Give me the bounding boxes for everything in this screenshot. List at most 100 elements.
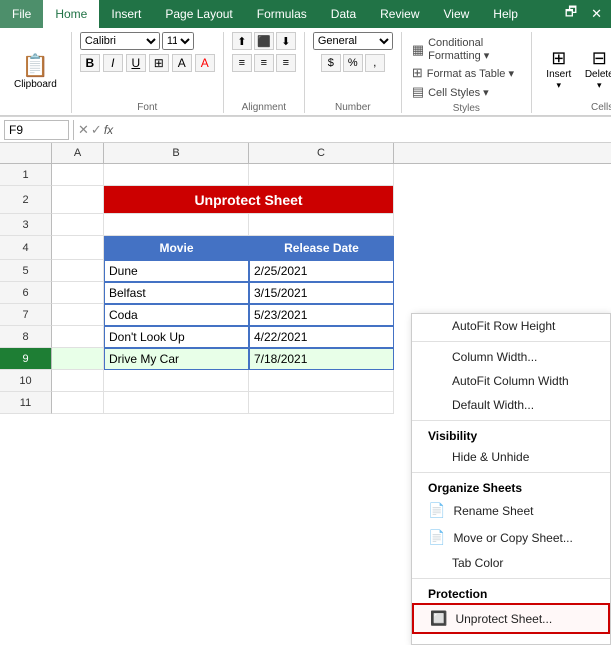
font-color-btn[interactable]: A <box>195 54 215 72</box>
cell-b7[interactable]: Coda <box>104 304 249 326</box>
table-row <box>52 214 394 236</box>
cell-reference-box[interactable]: F9 <box>4 120 69 140</box>
tab-color-item[interactable]: Tab Color <box>412 551 610 575</box>
italic-btn[interactable]: I <box>103 54 123 72</box>
align-bottom-btn[interactable]: ⬇ <box>276 32 296 50</box>
move-copy-sheet-item[interactable]: 📄 Move or Copy Sheet... <box>412 524 610 551</box>
tab-page-layout[interactable]: Page Layout <box>153 0 244 28</box>
cell-a11[interactable] <box>52 392 104 414</box>
ribbon-close-btn[interactable]: ✕ <box>586 4 607 24</box>
cell-b9[interactable]: Drive My Car <box>104 348 249 370</box>
col-header-c[interactable]: C <box>249 143 394 163</box>
cell-b2-unprotect[interactable]: Unprotect Sheet <box>104 186 394 214</box>
col-header-b[interactable]: B <box>104 143 249 163</box>
cell-c8[interactable]: 4/22/2021 <box>249 326 394 348</box>
row-num-11[interactable]: 11 <box>0 392 52 414</box>
clipboard-btn[interactable]: 📋 Clipboard <box>8 43 63 103</box>
row-num-9[interactable]: 9 <box>0 348 52 370</box>
cell-a7[interactable] <box>52 304 104 326</box>
underline-btn[interactable]: U <box>126 54 146 72</box>
cell-a3[interactable] <box>52 214 104 236</box>
cell-a5[interactable] <box>52 260 104 282</box>
cell-b3[interactable] <box>104 214 249 236</box>
cell-a4[interactable] <box>52 236 104 260</box>
cell-c3[interactable] <box>249 214 394 236</box>
cell-b11[interactable] <box>104 392 249 414</box>
autofit-row-height-item[interactable]: AutoFit Row Height <box>412 314 610 338</box>
comma-btn[interactable]: , <box>365 54 385 72</box>
tab-view[interactable]: View <box>432 0 482 28</box>
cell-a10[interactable] <box>52 370 104 392</box>
rename-sheet-item[interactable]: 📄 Rename Sheet <box>412 497 610 524</box>
cancel-formula-btn[interactable]: ✕ <box>78 122 89 138</box>
cell-a6[interactable] <box>52 282 104 304</box>
row-num-4[interactable]: 4 <box>0 236 52 260</box>
tab-help[interactable]: Help <box>481 0 530 28</box>
menu-sep-3 <box>412 472 610 473</box>
bold-btn[interactable]: B <box>80 54 100 72</box>
tab-formulas[interactable]: Formulas <box>245 0 319 28</box>
conditional-formatting-btn[interactable]: ▦ Conditional Formatting ▾ <box>410 36 523 63</box>
font-name-select[interactable]: Calibri <box>80 32 160 50</box>
align-right-btn[interactable]: ≡ <box>276 54 296 72</box>
cell-b10[interactable] <box>104 370 249 392</box>
tab-home[interactable]: Home <box>43 0 99 28</box>
format-as-table-btn[interactable]: ⊞ Format as Table ▾ <box>410 64 523 82</box>
cell-b8[interactable]: Don't Look Up <box>104 326 249 348</box>
percent-btn[interactable]: % <box>343 54 363 72</box>
align-left-btn[interactable]: ≡ <box>232 54 252 72</box>
cell-c7[interactable]: 5/23/2021 <box>249 304 394 326</box>
clipboard-group: 📋 Clipboard <box>0 32 72 113</box>
cell-a2[interactable] <box>52 186 104 214</box>
row-num-6[interactable]: 6 <box>0 282 52 304</box>
align-middle-btn[interactable]: ⬛ <box>254 32 274 50</box>
cell-c10[interactable] <box>249 370 394 392</box>
tab-review[interactable]: Review <box>368 0 431 28</box>
row-num-5[interactable]: 5 <box>0 260 52 282</box>
cell-c6[interactable]: 3/15/2021 <box>249 282 394 304</box>
cell-c4-header[interactable]: Release Date <box>249 236 394 260</box>
tab-data[interactable]: Data <box>319 0 368 28</box>
cell-styles-btn[interactable]: ▤ Cell Styles ▾ <box>410 83 523 101</box>
cell-b6[interactable]: Belfast <box>104 282 249 304</box>
align-center-btn[interactable]: ≡ <box>254 54 274 72</box>
format-cells-item[interactable] <box>412 634 610 644</box>
cell-b4-header[interactable]: Movie <box>104 236 249 260</box>
row-num-3[interactable]: 3 <box>0 214 52 236</box>
default-width-item[interactable]: Default Width... <box>412 393 610 417</box>
delete-btn[interactable]: ⊟ Delete ▾ <box>580 45 611 94</box>
row-num-10[interactable]: 10 <box>0 370 52 392</box>
ribbon-minimize-btn[interactable]: 🗗 <box>560 1 582 27</box>
styles-group: ▦ Conditional Formatting ▾ ⊞ Format as T… <box>402 32 532 113</box>
fill-color-btn[interactable]: A <box>172 54 192 72</box>
insert-btn[interactable]: ⊞ Insert ▾ <box>540 45 578 94</box>
cell-c9[interactable]: 7/18/2021 <box>249 348 394 370</box>
number-format-select[interactable]: General <box>313 32 393 50</box>
insert-function-btn[interactable]: fx <box>104 123 113 137</box>
row-num-7[interactable]: 7 <box>0 304 52 326</box>
unprotect-sheet-item[interactable]: 🔲 Unprotect Sheet... <box>412 603 610 634</box>
align-top-btn[interactable]: ⬆ <box>232 32 252 50</box>
cell-b5[interactable]: Dune <box>104 260 249 282</box>
tab-file[interactable]: File <box>0 0 43 28</box>
autofit-column-width-item[interactable]: AutoFit Column Width <box>412 369 610 393</box>
cell-b1[interactable] <box>104 164 249 186</box>
cell-c1[interactable] <box>249 164 394 186</box>
hide-unhide-item[interactable]: Hide & Unhide <box>412 445 610 469</box>
cell-c5[interactable]: 2/25/2021 <box>249 260 394 282</box>
border-btn[interactable]: ⊞ <box>149 54 169 72</box>
confirm-formula-btn[interactable]: ✓ <box>91 122 102 138</box>
row-num-2[interactable]: 2 <box>0 186 52 214</box>
cell-a1[interactable] <box>52 164 104 186</box>
tab-insert[interactable]: Insert <box>99 0 153 28</box>
formula-input[interactable] <box>117 120 607 140</box>
row-num-8[interactable]: 8 <box>0 326 52 348</box>
col-header-a[interactable]: A <box>52 143 104 163</box>
cell-c11[interactable] <box>249 392 394 414</box>
row-num-1[interactable]: 1 <box>0 164 52 186</box>
column-width-item[interactable]: Column Width... <box>412 345 610 369</box>
currency-btn[interactable]: $ <box>321 54 341 72</box>
cell-a9[interactable] <box>52 348 104 370</box>
cell-a8[interactable] <box>52 326 104 348</box>
font-size-select[interactable]: 11 <box>162 32 194 50</box>
